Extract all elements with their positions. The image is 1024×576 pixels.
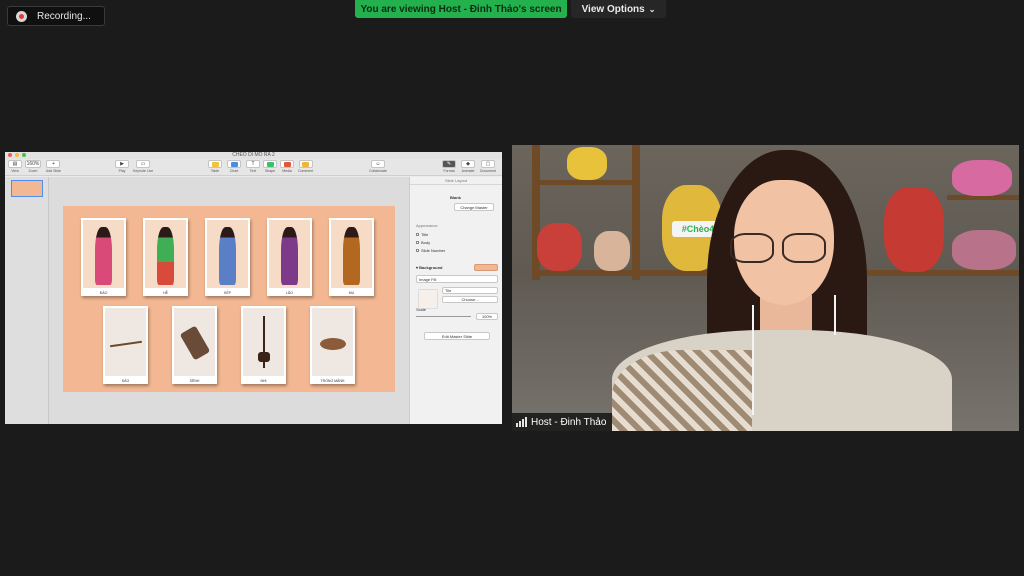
record-icon: [16, 10, 27, 22]
toolbar-comment[interactable]: Comment: [298, 160, 313, 173]
toolbar-keynote-live[interactable]: ▭ Keynote Live: [133, 160, 153, 173]
toolbar-document[interactable]: ▢ Document: [480, 160, 496, 173]
format-icon: ✎: [442, 160, 456, 168]
zoom-meeting-window: Recording... You are viewing Host - Đinh…: [0, 0, 1024, 576]
glasses: [730, 233, 774, 263]
fill-type-select[interactable]: Image Fill: [416, 275, 498, 283]
comment-icon: [302, 161, 310, 167]
participant-name-tag: Host - Đinh Thảo: [512, 413, 613, 431]
scale-slider[interactable]: [416, 316, 471, 317]
view-options-label: View Options: [581, 3, 645, 15]
scale-value-field[interactable]: 100%: [476, 313, 498, 320]
toy-rooster: [537, 223, 582, 271]
background-heading[interactable]: ▾ Background: [416, 265, 442, 270]
slide-navigator: [5, 177, 49, 424]
body-checkbox[interactable]: Body: [416, 240, 430, 245]
window-titlebar: CHEO DI MO RA 2: [5, 152, 502, 159]
card-he[interactable]: HỀ: [143, 218, 188, 296]
master-name: Blank: [450, 195, 461, 200]
edit-master-slide-button[interactable]: Edit Master Slide: [424, 332, 490, 340]
checkbox-icon: [416, 233, 419, 237]
image-fill-preview: [418, 289, 438, 309]
participant-name: Host - Đinh Thảo: [531, 416, 607, 428]
toolbar-chart[interactable]: Chart: [227, 160, 241, 173]
toy-hen: [594, 231, 630, 271]
toolbar-play[interactable]: ▶ Play: [115, 160, 129, 173]
shelf-board: [532, 180, 637, 185]
choose-image-button[interactable]: Choose...: [442, 296, 498, 303]
format-inspector: Slide Layout Blank Change Master Appeara…: [409, 177, 502, 424]
toolbar-view[interactable]: ▤ View: [8, 160, 22, 173]
card-dao[interactable]: ĐÀO: [81, 218, 126, 296]
shape-icon: [266, 161, 274, 167]
inspector-header: Slide Layout: [410, 177, 502, 185]
shared-screen[interactable]: CHEO DI MO RA 2 ▤ View 160% Zoom + Add S…: [5, 152, 502, 424]
view-options-button[interactable]: View Options ⌄: [571, 0, 666, 18]
title-checkbox[interactable]: Title: [416, 232, 428, 237]
recording-indicator[interactable]: Recording...: [7, 6, 105, 26]
shelf-post: [632, 145, 640, 280]
toolbar-zoom[interactable]: 160% Zoom: [25, 160, 41, 173]
card-trong-manh[interactable]: TRỐNG MẢNH: [310, 306, 355, 384]
checkbox-icon: [416, 241, 419, 245]
toolbar-text[interactable]: T Text: [246, 160, 260, 173]
keynote-toolbar: ▤ View 160% Zoom + Add Slide ▶ Play ▭ Ke…: [5, 159, 502, 176]
recording-label: Recording...: [37, 10, 91, 22]
connection-signal-icon: [516, 417, 527, 427]
appearance-heading: Appearance: [416, 223, 438, 228]
chart-icon: [230, 161, 238, 167]
background-color-well[interactable]: [474, 264, 498, 271]
card-lao[interactable]: LÃO: [267, 218, 312, 296]
toolbar-table[interactable]: Table: [208, 160, 222, 173]
viewing-screen-banner: You are viewing Host - Đinh Thảo's scree…: [355, 0, 567, 18]
table-icon: [211, 161, 219, 167]
card-kep[interactable]: KÉP: [205, 218, 250, 296]
animate-icon: ◆: [461, 160, 475, 168]
plus-icon: +: [46, 160, 61, 168]
host-video-tile[interactable]: #Chèo4 Host - Đinh Thảo: [512, 145, 1019, 431]
toolbar-collaborate[interactable]: ☺ Collaborate: [369, 160, 387, 173]
card-mu[interactable]: MỤ: [329, 218, 374, 296]
checkbox-icon: [416, 249, 419, 253]
toy-red: [884, 187, 944, 272]
earphone-cable: [752, 305, 754, 415]
toolbar-animate[interactable]: ◆ Animate: [461, 160, 475, 173]
media-icon: [283, 161, 291, 167]
toolbar-shape[interactable]: Shape: [263, 160, 277, 173]
slide[interactable]: ĐÀO HỀ KÉP LÃO MỤ SÁO SÊNH NHỊ TRỐNG MẢN…: [63, 206, 395, 392]
collaborate-icon: ☺: [370, 160, 385, 168]
fill-mode-select[interactable]: Tile: [442, 287, 498, 294]
keynote-live-icon: ▭: [136, 160, 151, 168]
toy-puppets: [952, 160, 1012, 196]
card-sao[interactable]: SÁO: [103, 306, 148, 384]
slide-canvas: ĐÀO HỀ KÉP LÃO MỤ SÁO SÊNH NHỊ TRỐNG MẢN…: [49, 177, 409, 424]
play-icon: ▶: [115, 160, 129, 168]
toolbar-add-slide[interactable]: + Add Slide: [46, 160, 61, 173]
toy-puppets: [952, 230, 1016, 270]
view-icon: ▤: [8, 160, 22, 168]
text-icon: T: [246, 160, 260, 168]
card-senh[interactable]: SÊNH: [172, 306, 217, 384]
toy-yellow: [567, 147, 607, 180]
document-icon: ▢: [480, 160, 495, 168]
scale-label: Scale: [416, 307, 427, 312]
chevron-down-icon: ⌄: [648, 4, 656, 14]
toolbar-format[interactable]: ✎ Format: [442, 160, 456, 173]
change-master-button[interactable]: Change Master: [454, 203, 494, 211]
document-title: CHEO DI MO RA 2: [232, 152, 275, 158]
slide-thumbnail[interactable]: [11, 180, 43, 197]
toolbar-media[interactable]: Media: [280, 160, 294, 173]
slide-number-checkbox[interactable]: Slide Number: [416, 248, 445, 253]
card-nhi[interactable]: NHỊ: [241, 306, 286, 384]
